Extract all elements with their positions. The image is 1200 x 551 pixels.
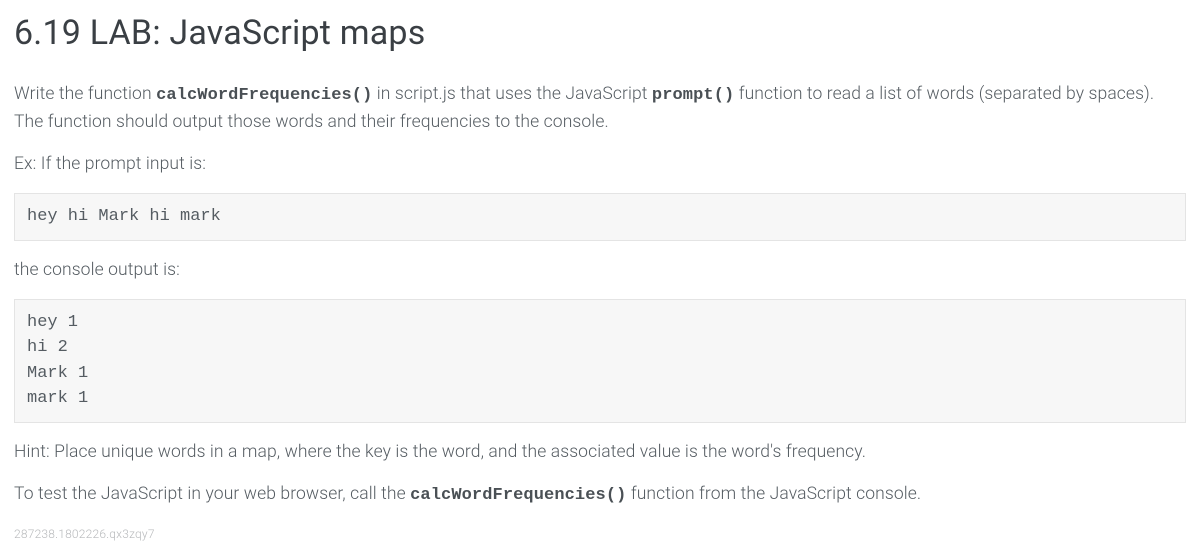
intro-text-mid1: in script.js that uses the JavaScript xyxy=(372,84,652,104)
intro-code2: prompt() xyxy=(652,86,734,105)
intro-paragraph: Write the function calcWordFrequencies()… xyxy=(14,81,1186,135)
intro-text-pre1: Write the function xyxy=(14,84,156,104)
test-instruction-paragraph: To test the JavaScript in your web brows… xyxy=(14,481,1186,509)
example-output-block: hey 1 hi 2 Mark 1 mark 1 xyxy=(14,299,1186,423)
test-instruction-code: calcWordFrequencies() xyxy=(410,486,626,505)
example-label: Ex: If the prompt input is: xyxy=(14,151,1186,177)
example-input-block: hey hi Mark hi mark xyxy=(14,193,1186,241)
intro-code1: calcWordFrequencies() xyxy=(156,86,372,105)
test-instruction-pre: To test the JavaScript in your web brows… xyxy=(14,484,410,504)
output-label: the console output is: xyxy=(14,257,1186,283)
hint-paragraph: Hint: Place unique words in a map, where… xyxy=(14,439,1186,465)
page-title: 6.19 LAB: JavaScript maps xyxy=(14,8,1186,59)
footer-id: 287238.1802226.qx3zqy7 xyxy=(14,525,1186,543)
test-instruction-post: function from the JavaScript console. xyxy=(626,484,921,504)
